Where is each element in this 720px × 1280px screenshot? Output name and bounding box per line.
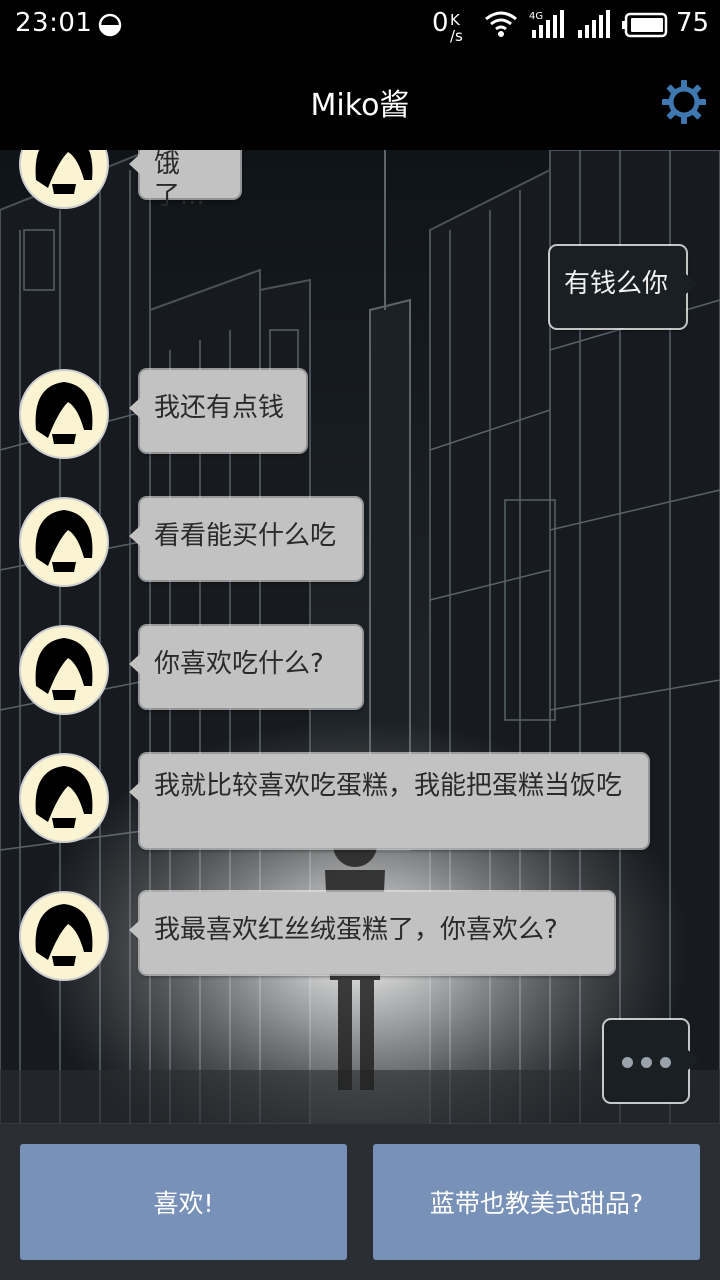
battery-icon xyxy=(622,12,668,38)
miko-avatar[interactable] xyxy=(18,496,110,588)
do-not-disturb-icon xyxy=(98,13,122,37)
message-bubble: 看看能买什么吃 xyxy=(129,498,362,580)
reply-option-button[interactable]: 蓝带也教美式甜品? xyxy=(373,1144,700,1260)
battery-level: 75 xyxy=(676,8,710,38)
reply-option-button[interactable]: 喜欢! xyxy=(20,1144,347,1260)
ellipsis-icon xyxy=(660,1057,671,1068)
message-bubble: 有钱么你 xyxy=(550,246,697,328)
net-speed-unit: K /s xyxy=(450,12,463,44)
miko-avatar[interactable] xyxy=(18,150,110,210)
title-bar: Miko酱 xyxy=(0,50,720,150)
status-time: 23:01 xyxy=(15,8,93,38)
reply-options: 喜欢! 蓝带也教美式甜品? xyxy=(0,1124,720,1280)
message-bubble: 你喜欢吃什么? xyxy=(129,626,362,708)
network-type-label: 4G xyxy=(529,11,543,22)
signal-4g-icon: 4G xyxy=(529,10,564,38)
typing-indicator xyxy=(604,1020,699,1102)
miko-avatar[interactable] xyxy=(18,624,110,716)
miko-avatar[interactable] xyxy=(18,368,110,460)
message-bubble: 饿了... xyxy=(129,150,240,211)
message-bubble: 我就比较喜欢吃蛋糕，我能把蛋糕当饭吃 xyxy=(129,754,648,848)
wifi-icon xyxy=(485,11,517,37)
ellipsis-icon xyxy=(641,1057,652,1068)
miko-avatar[interactable] xyxy=(18,890,110,982)
message-bubble: 我最喜欢红丝绒蛋糕了，你喜欢么? xyxy=(129,892,614,974)
message-bubble: 我还有点钱 xyxy=(129,370,306,452)
chat-area[interactable]: 饿了... 有钱么你 我还有点钱 看看能买什么吃 你喜欢吃什么? 我就比较喜欢吃… xyxy=(0,150,720,1124)
signal-icon xyxy=(578,10,610,38)
net-speed-unit-bottom: /s xyxy=(450,27,463,45)
net-speed-value: 0 xyxy=(432,8,449,38)
ellipsis-icon xyxy=(622,1057,633,1068)
gear-icon[interactable] xyxy=(660,78,708,126)
miko-avatar[interactable] xyxy=(18,752,110,844)
page-title: Miko酱 xyxy=(310,88,410,123)
status-bar: 23:01 0 K /s 4G 75 xyxy=(0,0,720,50)
